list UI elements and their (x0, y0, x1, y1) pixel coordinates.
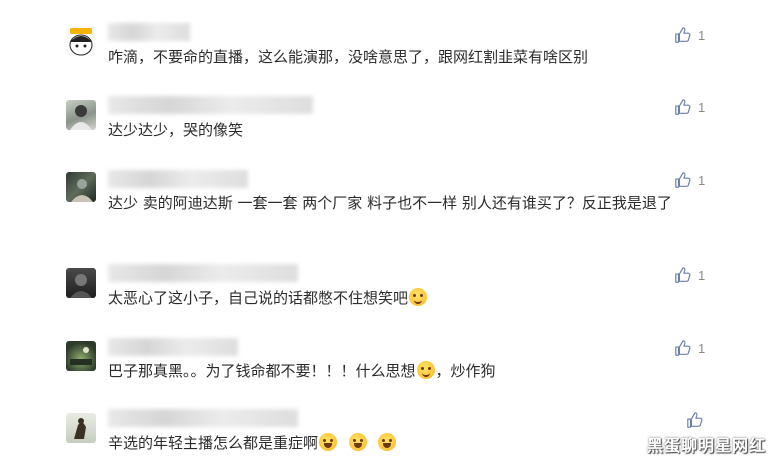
like-button[interactable]: 1 (674, 265, 714, 285)
like-count: 1 (698, 172, 706, 188)
like-count: 1 (698, 27, 706, 43)
thumbs-up-icon (687, 412, 703, 428)
avatar[interactable] (66, 341, 96, 371)
comment-text: 太恶心了这小子，自己说的话都憋不住想笑吧 (108, 287, 718, 310)
thumbs-up-icon (675, 340, 691, 356)
avatar[interactable] (66, 100, 96, 130)
comment-text-content: ，炒作狗 (435, 362, 496, 380)
like-count: 1 (698, 99, 706, 115)
comment-text: 达少 卖的阿迪达斯 一套一套 两个厂家 料子也不一样 别人还有谁买了？反正我是退… (108, 194, 672, 212)
comment-text-content: 辛选的年轻主播怎么都是重症啊 (108, 434, 319, 452)
like-count: 1 (698, 340, 706, 356)
thumbs-up-icon (675, 172, 691, 188)
nickname-blurred (108, 409, 298, 427)
comment-text: 巴子那真黑。。为了钱命都不要！！！什么思想 ，炒作狗 (108, 360, 718, 383)
laughing-emoji-icon (319, 433, 338, 451)
comment-text-content: 巴子那真黑。。为了钱命都不要！！！什么思想 (108, 362, 416, 380)
laughing-emoji-icon (348, 433, 367, 451)
like-button[interactable] (686, 410, 726, 430)
nickname-blurred (108, 264, 298, 282)
comment-text: 咋滴，不要命的直播，这么能演那，没啥意思了，跟网红割韭菜有啥区别 (108, 48, 589, 66)
like-button[interactable]: 1 (674, 170, 714, 190)
avatar[interactable] (66, 268, 96, 298)
thumbs-up-icon (675, 27, 691, 43)
comment-text: 辛选的年轻主播怎么都是重症啊 (108, 432, 718, 455)
nickname-blurred (108, 23, 190, 41)
avatar[interactable] (66, 413, 96, 443)
like-button[interactable]: 1 (674, 97, 714, 117)
thumbs-up-icon (675, 267, 691, 283)
nickname-blurred (108, 96, 313, 114)
comment-text: 达少达少，哭的像笑 (108, 121, 244, 139)
like-button[interactable]: 1 (674, 25, 714, 45)
comment-text-content: 太恶心了这小子，自己说的话都憋不住想笑吧 (108, 289, 409, 307)
avatar[interactable] (66, 26, 96, 56)
like-button[interactable]: 1 (674, 338, 714, 358)
confused-emoji-icon (416, 361, 435, 379)
nickname-blurred (108, 338, 238, 356)
nickname-blurred (108, 170, 248, 188)
thinking-emoji-icon (409, 288, 428, 306)
laughing-emoji-icon (378, 433, 397, 451)
watermark: 黑蛋聊明星网红 (646, 436, 766, 455)
thumbs-up-icon (675, 99, 691, 115)
avatar[interactable] (66, 172, 96, 202)
like-count: 1 (698, 267, 706, 283)
